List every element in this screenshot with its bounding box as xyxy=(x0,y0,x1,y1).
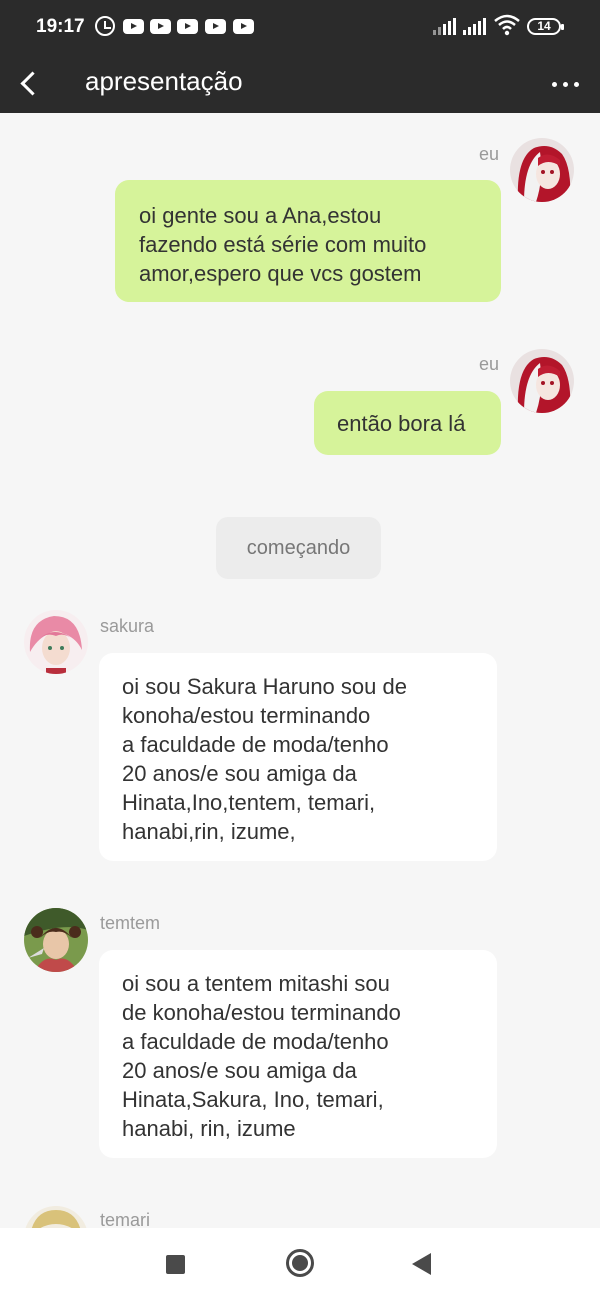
wifi-icon xyxy=(494,14,520,36)
avatar[interactable] xyxy=(24,1206,88,1228)
avatar[interactable] xyxy=(510,349,574,413)
more-horizontal-icon[interactable] xyxy=(544,66,588,106)
alarm-icon xyxy=(95,16,115,36)
home-icon[interactable] xyxy=(286,1249,314,1277)
message-author: temari xyxy=(100,1210,151,1228)
youtube-icon xyxy=(177,19,198,34)
youtube-icon xyxy=(150,19,171,34)
status-time: 19:17 xyxy=(36,16,85,37)
signal-icon xyxy=(433,18,457,35)
message-bubble[interactable]: então bora lá xyxy=(314,391,501,455)
signal-icon xyxy=(463,18,487,35)
chat-area[interactable]: eu oi gente sou a Ana,estou fazendo está… xyxy=(0,113,600,1228)
status-bar: 19:17 14 xyxy=(0,0,600,56)
message-bubble[interactable]: oi sou Sakura Haruno sou de konoha/estou… xyxy=(99,653,497,861)
avatar[interactable] xyxy=(24,610,88,674)
chat-header: apresentação xyxy=(0,56,600,113)
chat-title: apresentação xyxy=(85,66,243,96)
system-message: começando xyxy=(216,517,381,579)
battery-icon: 14 xyxy=(527,18,564,35)
avatar[interactable] xyxy=(510,138,574,202)
youtube-icon xyxy=(123,19,144,34)
message-bubble[interactable]: oi gente sou a Ana,estou fazendo está sé… xyxy=(115,180,501,302)
youtube-icon xyxy=(233,19,254,34)
message-author: temtem xyxy=(100,913,161,933)
back-icon[interactable] xyxy=(412,1253,431,1275)
recent-apps-icon[interactable] xyxy=(166,1255,185,1274)
chevron-left-icon[interactable] xyxy=(12,62,56,106)
youtube-icon xyxy=(205,19,226,34)
message-author: eu xyxy=(479,144,500,164)
avatar[interactable] xyxy=(24,908,88,972)
message-author: sakura xyxy=(100,616,155,636)
message-bubble[interactable]: oi sou a tentem mitashi sou de konoha/es… xyxy=(99,950,497,1158)
navigation-bar xyxy=(0,1228,600,1300)
message-author: eu xyxy=(479,354,500,374)
